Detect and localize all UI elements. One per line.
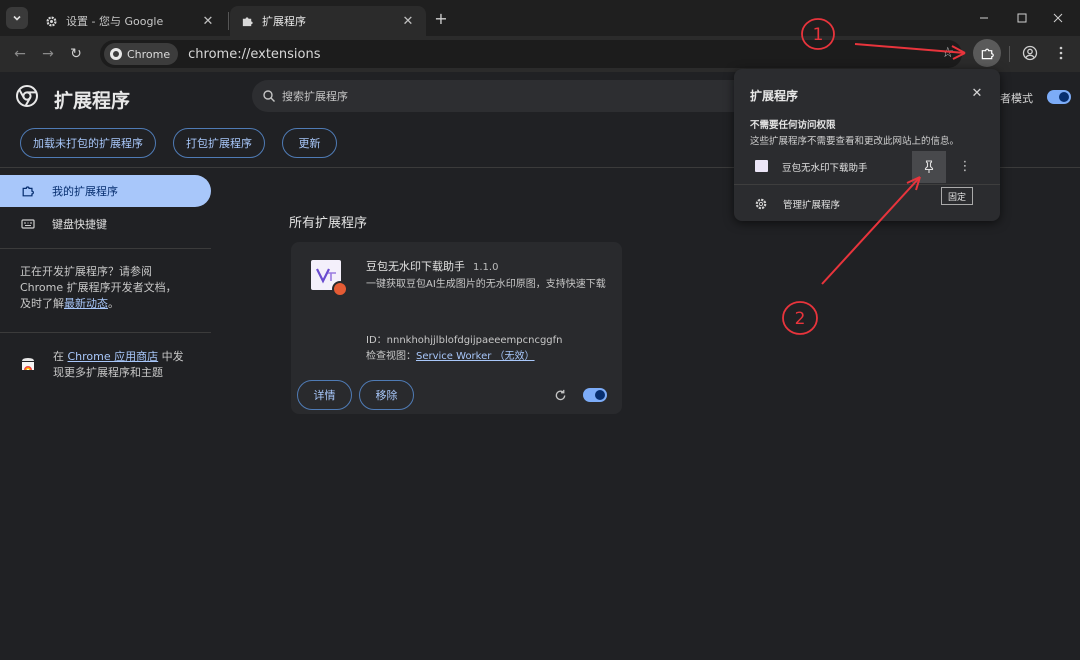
sidebar-item-my-extensions[interactable]: 我的扩展程序 bbox=[0, 175, 211, 207]
chrome-logo-icon bbox=[16, 85, 38, 107]
sidebar-divider bbox=[0, 248, 211, 249]
site-chip[interactable]: Chrome bbox=[104, 43, 179, 65]
popup-extension-name[interactable]: 豆包无水印下载助手 bbox=[782, 160, 868, 174]
pin-tooltip: 固定 bbox=[941, 187, 973, 205]
toolbar-divider bbox=[1009, 46, 1010, 62]
remove-button[interactable]: 移除 bbox=[359, 380, 414, 410]
pack-extension-button[interactable]: 打包扩展程序 bbox=[173, 128, 265, 158]
search-icon bbox=[263, 90, 275, 102]
forward-icon[interactable]: → bbox=[38, 44, 58, 64]
inspect-views: 检查视图：Service Worker （无效） bbox=[366, 351, 535, 362]
search-input[interactable]: 搜索扩展程序 bbox=[252, 80, 752, 112]
latest-news-link[interactable]: 最新动态 bbox=[64, 297, 108, 310]
page-title: 扩展程序 bbox=[54, 90, 131, 112]
extension-name: 豆包无水印下载助手 1.1.0 bbox=[366, 260, 499, 273]
tab-label: 扩展程序 bbox=[262, 15, 306, 28]
reload-icon[interactable] bbox=[553, 388, 567, 402]
puzzle-icon bbox=[20, 183, 36, 199]
sidebar-divider bbox=[0, 332, 211, 333]
new-tab-button[interactable]: + bbox=[432, 9, 450, 28]
popup-section-heading: 不需要任何访问权限 bbox=[750, 120, 836, 131]
tab-search-button[interactable] bbox=[6, 7, 28, 29]
kebab-menu-icon[interactable] bbox=[1052, 44, 1070, 62]
close-icon[interactable]: ✕ bbox=[400, 13, 416, 29]
address-bar[interactable]: Chrome chrome://extensions ☆ bbox=[100, 40, 962, 68]
extension-card: 豆包无水印下载助手 1.1.0 一键获取豆包AI生成图片的无水印原图，支持快速下载… bbox=[291, 242, 622, 414]
close-icon[interactable]: ✕ bbox=[970, 86, 984, 101]
tab-divider bbox=[228, 12, 229, 30]
tab-strip: 设置 - 您与 Google ✕ 扩展程序 ✕ + bbox=[0, 0, 1080, 36]
extension-id: ID：nnnkhohjjlblofdgijpaeeempcncggfn bbox=[366, 335, 563, 346]
load-unpacked-button[interactable]: 加载未打包的扩展程序 bbox=[20, 128, 156, 158]
browser-toolbar: ← → ↻ Chrome chrome://extensions ☆ bbox=[0, 36, 1080, 72]
bookmark-star-icon[interactable]: ☆ bbox=[941, 45, 954, 61]
update-button[interactable]: 更新 bbox=[282, 128, 337, 158]
extensions-menu-button[interactable] bbox=[973, 39, 1001, 67]
tab-label: 设置 - 您与 Google bbox=[66, 15, 164, 28]
developer-info-text: 正在开发扩展程序？请参阅 Chrome 扩展程序开发者文档， 及时了解最新动态。 bbox=[20, 265, 177, 310]
sidebar-item-label: 键盘快捷键 bbox=[52, 218, 107, 231]
popup-divider bbox=[734, 184, 1000, 185]
gear-icon bbox=[44, 14, 58, 28]
play-badge-icon bbox=[332, 281, 348, 297]
tab-settings[interactable]: 设置 - 您与 Google ✕ bbox=[34, 6, 226, 36]
extension-description: 一键获取豆包AI生成图片的无水印原图，支持快速下载 bbox=[366, 279, 606, 290]
annotation-circle-2 bbox=[782, 301, 818, 335]
url-text: chrome://extensions bbox=[188, 46, 321, 62]
chrome-logo-icon bbox=[110, 48, 122, 60]
chevron-down-icon bbox=[13, 15, 21, 21]
puzzle-icon bbox=[981, 48, 994, 59]
maximize-icon[interactable] bbox=[1014, 10, 1030, 26]
extension-enable-toggle[interactable] bbox=[583, 388, 607, 402]
developer-mode-toggle[interactable] bbox=[1047, 90, 1071, 104]
web-store-icon bbox=[22, 358, 34, 371]
popup-title: 扩展程序 bbox=[750, 89, 799, 103]
pin-button[interactable] bbox=[912, 151, 946, 183]
keyboard-icon bbox=[20, 216, 36, 232]
back-icon[interactable]: ← bbox=[10, 44, 30, 64]
pin-icon bbox=[924, 160, 934, 173]
details-button[interactable]: 详情 bbox=[297, 380, 352, 410]
close-icon[interactable]: ✕ bbox=[200, 13, 216, 29]
service-worker-link[interactable]: Service Worker （无效） bbox=[416, 351, 535, 362]
profile-icon[interactable] bbox=[1021, 44, 1039, 62]
chrome-web-store-link[interactable]: Chrome 应用商店 bbox=[68, 350, 159, 363]
section-title: 所有扩展程序 bbox=[289, 216, 368, 231]
developer-mode-label: 者模式 bbox=[1000, 92, 1033, 105]
sidebar-item-label: 我的扩展程序 bbox=[52, 185, 118, 198]
window-close-icon[interactable] bbox=[1050, 10, 1066, 26]
site-chip-label: Chrome bbox=[127, 47, 171, 61]
web-store-text: 在 Chrome 应用商店 中发 现更多扩展程序和主题 bbox=[53, 350, 184, 379]
manage-extensions-link[interactable]: 管理扩展程序 bbox=[783, 197, 840, 211]
gear-icon bbox=[754, 196, 768, 210]
extension-icon bbox=[755, 160, 768, 172]
puzzle-icon bbox=[240, 14, 254, 28]
minimize-icon[interactable] bbox=[976, 10, 992, 26]
sidebar-item-shortcuts[interactable]: 键盘快捷键 bbox=[0, 208, 107, 240]
annotation-number-2: 2 bbox=[795, 309, 806, 329]
popup-section-subtitle: 这些扩展程序不需要查看和更改此网站上的信息。 bbox=[750, 136, 960, 147]
reload-icon[interactable]: ↻ bbox=[66, 44, 86, 64]
more-options-icon[interactable]: ⋮ bbox=[958, 157, 972, 175]
extension-version: 1.1.0 bbox=[473, 262, 499, 273]
search-placeholder: 搜索扩展程序 bbox=[282, 90, 348, 103]
tab-extensions[interactable]: 扩展程序 ✕ bbox=[230, 6, 426, 36]
